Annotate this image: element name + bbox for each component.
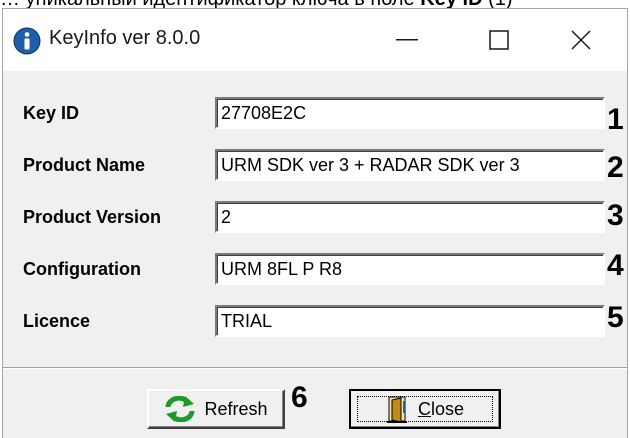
window-title: KeyInfo ver 8.0.0 bbox=[49, 27, 201, 49]
marker-2: 2 bbox=[607, 151, 624, 184]
licence-label: Licence bbox=[23, 311, 91, 331]
marker-1: 1 bbox=[607, 103, 624, 136]
marker-6: 6 bbox=[291, 381, 308, 414]
product-version-label: Product Version bbox=[23, 207, 162, 227]
product-name-field[interactable]: URM SDK ver 3 + RADAR SDK ver 3 bbox=[215, 149, 605, 181]
separator bbox=[3, 367, 627, 369]
keyinfo-dialog: KeyInfo ver 8.0.0 Key ID 27708E2C 1 Prod… bbox=[2, 8, 628, 438]
key-id-field[interactable]: 27708E2C bbox=[215, 97, 605, 129]
product-name-label: Product Name bbox=[23, 155, 146, 175]
maximize-button[interactable] bbox=[453, 9, 545, 71]
marker-3: 3 bbox=[607, 199, 624, 232]
marker-5: 5 bbox=[607, 301, 624, 334]
product-version-field[interactable]: 2 bbox=[215, 201, 605, 233]
minimize-button[interactable] bbox=[361, 9, 453, 71]
close-window-button[interactable] bbox=[535, 9, 627, 71]
close-icon bbox=[571, 30, 591, 50]
licence-field[interactable]: TRIAL bbox=[215, 305, 605, 337]
refresh-icon bbox=[165, 396, 195, 422]
refresh-button[interactable]: Refresh bbox=[147, 389, 285, 429]
close-button[interactable]: Close bbox=[349, 389, 501, 429]
maximize-icon bbox=[489, 30, 509, 50]
refresh-label: Refresh bbox=[204, 398, 268, 419]
info-icon bbox=[13, 27, 41, 55]
focus-rect bbox=[357, 396, 493, 422]
key-id-label: Key ID bbox=[23, 103, 80, 123]
title-bar[interactable]: KeyInfo ver 8.0.0 bbox=[3, 9, 627, 71]
minimize-icon bbox=[396, 39, 418, 41]
marker-4: 4 bbox=[607, 249, 624, 282]
configuration-label: Configuration bbox=[23, 259, 141, 279]
configuration-field[interactable]: URM 8FL P R8 bbox=[215, 253, 605, 285]
